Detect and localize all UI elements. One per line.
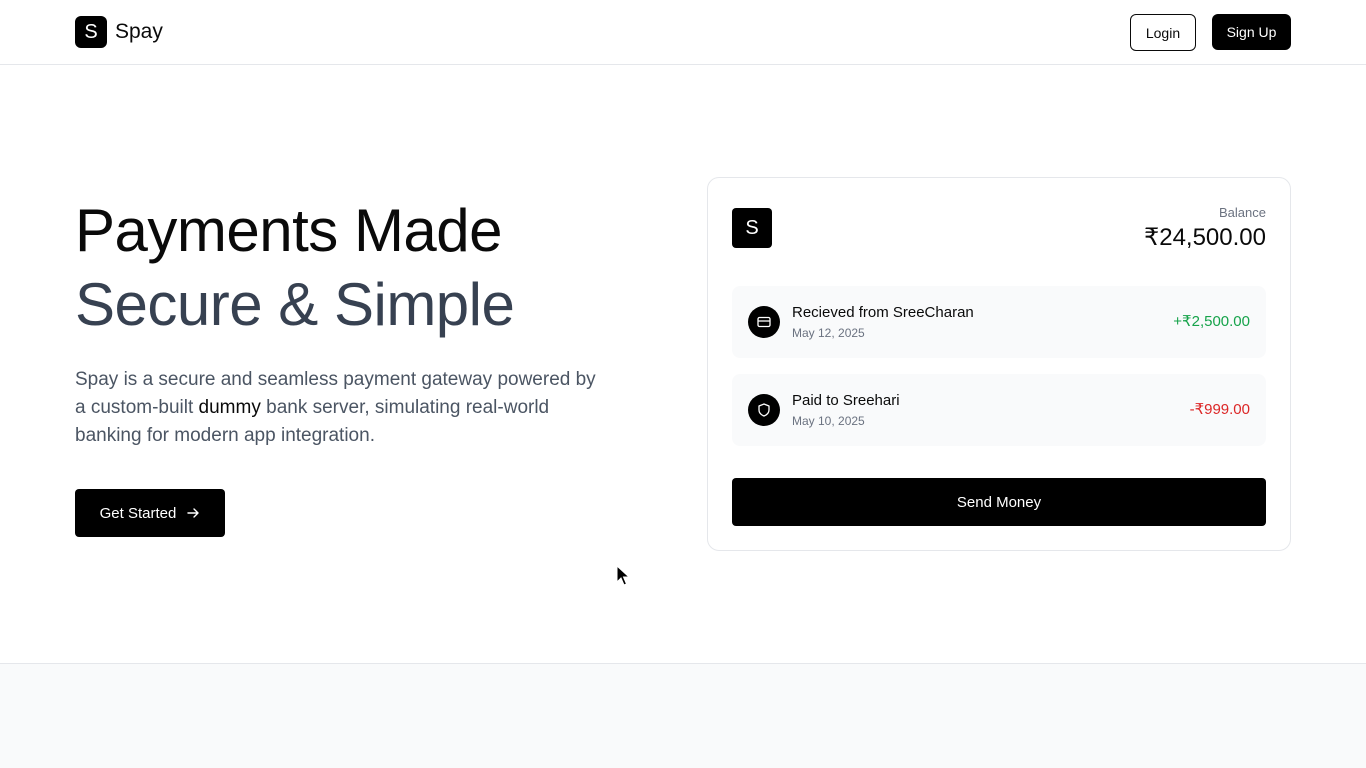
transaction-item: Recieved from SreeCharan May 12, 2025 +₹… <box>732 286 1266 358</box>
balance-label: Balance <box>1219 205 1266 220</box>
transaction-amount: -₹999.00 <box>1189 401 1250 418</box>
transaction-date: May 10, 2025 <box>792 414 865 428</box>
hero-title-line1: Payments Made <box>75 197 503 264</box>
transaction-title: Paid to Sreehari <box>792 392 900 409</box>
nav-actions: Login Sign Up <box>1130 14 1291 51</box>
wallet-preview-card: S Balance ₹24,500.00 Recieved from SreeC… <box>707 177 1291 551</box>
brand-name: Spay <box>115 20 163 43</box>
balance-value: ₹24,500.00 <box>1143 224 1266 251</box>
card-logo-letter: S <box>745 216 759 239</box>
features-section <box>0 663 1366 768</box>
card-logo: S <box>732 208 772 248</box>
shield-icon <box>748 394 780 426</box>
signup-button[interactable]: Sign Up <box>1212 14 1291 50</box>
logo-mark: S <box>75 16 107 48</box>
arrow-right-icon <box>187 508 200 518</box>
transaction-amount: +₹2,500.00 <box>1173 313 1250 330</box>
logo-letter: S <box>84 20 98 43</box>
transaction-item: Paid to Sreehari May 10, 2025 -₹999.00 <box>732 374 1266 446</box>
brand-logo-link[interactable]: S Spay <box>75 16 163 48</box>
hero-description-highlight: dummy <box>198 397 261 418</box>
transaction-date: May 12, 2025 <box>792 326 865 340</box>
hero-title: Payments Made Secure & Simple <box>75 194 635 342</box>
mouse-cursor-icon <box>616 565 630 586</box>
get-started-label: Get Started <box>99 504 177 522</box>
send-money-button[interactable]: Send Money <box>732 478 1266 526</box>
credit-card-icon <box>748 306 780 338</box>
hero-title-line2: Secure & Simple <box>75 271 515 338</box>
hero-description: Spay is a secure and seamless payment ga… <box>75 366 605 450</box>
top-navbar: S Spay Login Sign Up <box>0 0 1366 65</box>
transaction-title: Recieved from SreeCharan <box>792 304 974 321</box>
login-button[interactable]: Login <box>1130 14 1196 51</box>
get-started-button[interactable]: Get Started <box>75 489 225 537</box>
